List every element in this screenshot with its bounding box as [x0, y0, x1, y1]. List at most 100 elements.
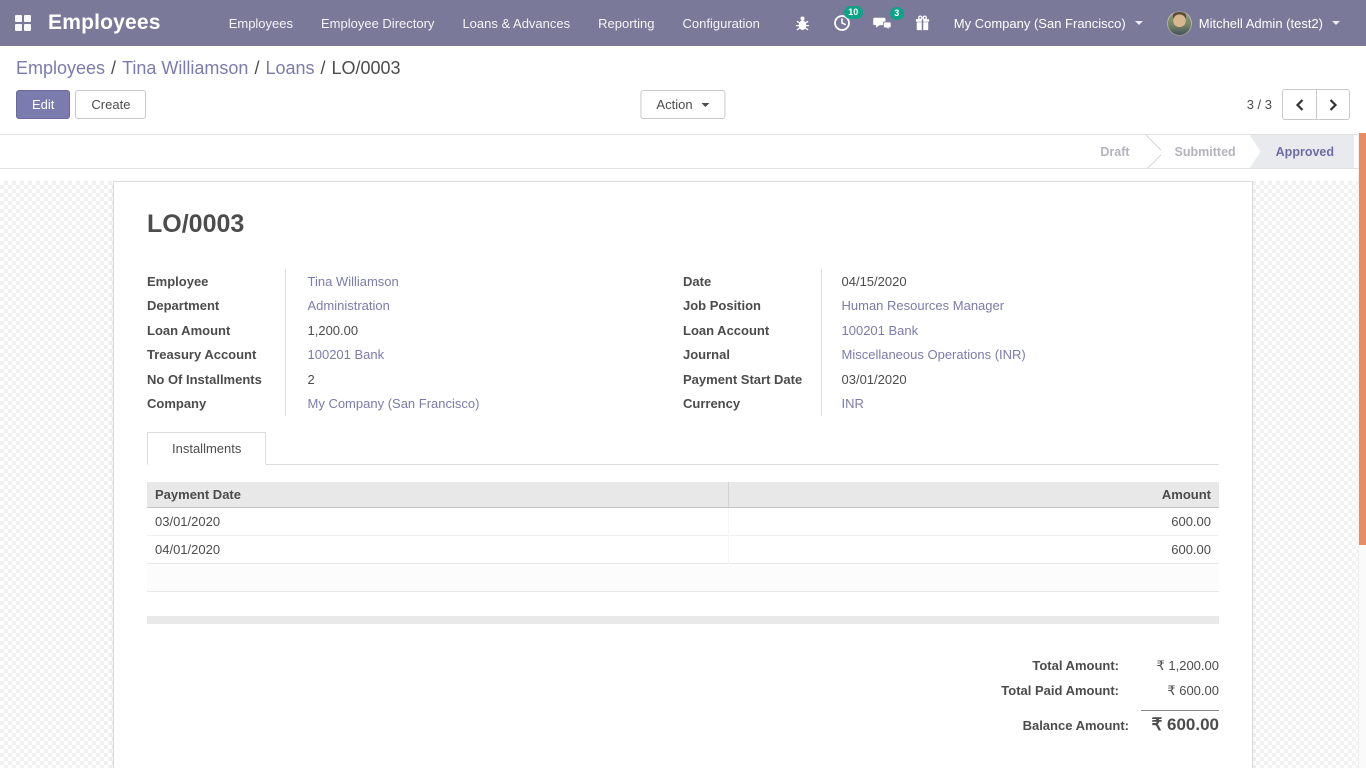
field-row-employee: Employee Tina Williamson — [147, 269, 683, 294]
field-value-journal[interactable]: Miscellaneous Operations (INR) — [842, 347, 1026, 362]
apps-grid-square — [15, 24, 22, 31]
control-panel-buttons: Edit Create Action 3 / 3 — [16, 87, 1350, 134]
chevron-down-icon — [702, 103, 710, 107]
menu-employees[interactable]: Employees — [219, 10, 303, 37]
field-label: Company — [147, 392, 285, 417]
field-label: Loan Account — [683, 318, 821, 343]
field-label: Journal — [683, 343, 821, 368]
menu-employee-directory[interactable]: Employee Directory — [311, 10, 444, 37]
cell-amount: 600.00 — [728, 508, 1219, 536]
field-row-department: Department Administration — [147, 294, 683, 319]
field-value-company[interactable]: My Company (San Francisco) — [308, 396, 480, 411]
table-row[interactable]: 03/01/2020 600.00 — [147, 508, 1219, 536]
field-value-treasury-account[interactable]: 100201 Bank — [308, 347, 385, 362]
company-switcher[interactable]: My Company (San Francisco) — [944, 10, 1153, 37]
status-step-separator-icon — [1144, 135, 1161, 168]
navbar-systray: 10 3 My Company (San Francisco) Mitch — [785, 5, 1350, 42]
field-label: Date — [683, 269, 821, 294]
scrollbar-thumb[interactable] — [1359, 133, 1366, 545]
breadcrumb-loans[interactable]: Loans — [265, 58, 314, 78]
column-header-payment-date[interactable]: Payment Date — [147, 482, 728, 508]
pager: 3 / 3 — [1247, 89, 1350, 120]
form-view-background: LO/0003 Employee Tina Williamson Departm… — [0, 181, 1366, 768]
breadcrumb-separator: / — [105, 58, 122, 78]
total-paid-amount-value: ₹ 600.00 — [1131, 683, 1219, 699]
statusbar: Draft Submitted Approved — [0, 134, 1366, 169]
tab-installments[interactable]: Installments — [147, 432, 266, 465]
balance-amount-label: Balance Amount: — [1023, 718, 1129, 733]
field-row-date: Date 04/15/2020 — [683, 269, 1219, 294]
tab-bar: Installments — [147, 432, 1219, 465]
field-value-date: 04/15/2020 — [842, 274, 907, 289]
create-button[interactable]: Create — [75, 90, 146, 119]
cell-payment-date: 03/01/2020 — [147, 508, 728, 536]
app-title[interactable]: Employees — [48, 11, 161, 35]
breadcrumb-separator: / — [248, 58, 265, 78]
user-menu[interactable]: Mitchell Admin (test2) — [1157, 5, 1350, 42]
debug-bug-icon[interactable] — [785, 9, 820, 38]
field-value-currency[interactable]: INR — [842, 396, 864, 411]
form-sheet: LO/0003 Employee Tina Williamson Departm… — [113, 181, 1253, 768]
balance-amount-row: Balance Amount: ₹ 600.00 — [1023, 708, 1219, 735]
main-menu: Employees Employee Directory Loans & Adv… — [219, 10, 770, 37]
menu-configuration[interactable]: Configuration — [673, 10, 770, 37]
empty-row — [147, 564, 1219, 592]
action-label: Action — [656, 97, 692, 112]
field-row-currency: Currency INR — [683, 392, 1219, 417]
field-row-journal: Journal Miscellaneous Operations (INR) — [683, 343, 1219, 368]
avatar — [1167, 11, 1192, 36]
company-name: My Company (San Francisco) — [954, 16, 1126, 31]
field-row-loan-account: Loan Account 100201 Bank — [683, 318, 1219, 343]
installments-table: Payment Date Amount 03/01/2020 600.00 04… — [147, 482, 1219, 592]
pager-next-button[interactable] — [1316, 89, 1350, 120]
field-label: Loan Amount — [147, 318, 285, 343]
breadcrumb-employees[interactable]: Employees — [16, 58, 105, 78]
activities-clock-icon[interactable]: 10 — [824, 8, 860, 38]
breadcrumb-employee[interactable]: Tina Williamson — [122, 58, 248, 78]
total-amount-value: ₹ 1,200.00 — [1131, 658, 1219, 674]
breadcrumb-current: LO/0003 — [332, 58, 401, 78]
total-amount-label: Total Amount: — [1032, 658, 1119, 673]
status-step-submitted[interactable]: Submitted — [1161, 135, 1250, 168]
activities-badge: 10 — [844, 6, 863, 19]
messages-badge: 3 — [890, 7, 904, 20]
field-value-loan-account[interactable]: 100201 Bank — [842, 323, 919, 338]
apps-menu-icon[interactable] — [8, 8, 38, 38]
balance-amount-value: ₹ 600.00 — [1141, 710, 1219, 735]
field-row-job-position: Job Position Human Resources Manager — [683, 294, 1219, 319]
messages-chat-icon[interactable]: 3 — [864, 9, 901, 38]
cell-payment-date: 04/01/2020 — [147, 536, 728, 564]
apps-grid-square — [24, 15, 31, 22]
list-footer-strip — [147, 616, 1219, 624]
status-step-approved[interactable]: Approved — [1250, 135, 1354, 168]
chevron-down-icon — [1135, 21, 1143, 25]
field-row-company: Company My Company (San Francisco) — [147, 392, 683, 417]
apps-grid-square — [24, 24, 31, 31]
pager-value: 3 / 3 — [1247, 97, 1272, 112]
gift-icon[interactable] — [905, 9, 940, 38]
field-value-department[interactable]: Administration — [308, 298, 390, 313]
field-label: Currency — [683, 392, 821, 417]
table-row[interactable]: 04/01/2020 600.00 — [147, 536, 1219, 564]
field-label: Job Position — [683, 294, 821, 319]
edit-button[interactable]: Edit — [16, 90, 70, 119]
field-label: Employee — [147, 269, 285, 294]
record-title: LO/0003 — [147, 210, 1219, 239]
field-row-loan-amount: Loan Amount 1,200.00 — [147, 318, 683, 343]
field-value-employee[interactable]: Tina Williamson — [308, 274, 399, 289]
field-value-loan-amount: 1,200.00 — [308, 323, 359, 338]
action-menu-button[interactable]: Action — [640, 90, 725, 119]
field-row-installments-count: No Of Installments 2 — [147, 367, 683, 392]
field-value-payment-start-date: 03/01/2020 — [842, 372, 907, 387]
menu-loans-advances[interactable]: Loans & Advances — [452, 10, 580, 37]
status-step-draft[interactable]: Draft — [1086, 135, 1143, 168]
field-label: Payment Start Date — [683, 367, 821, 392]
scrollbar-track[interactable] — [1358, 133, 1366, 768]
top-navbar: Employees Employees Employee Directory L… — [0, 0, 1366, 46]
pager-previous-button[interactable] — [1282, 89, 1316, 120]
column-header-amount[interactable]: Amount — [728, 482, 1219, 508]
field-value-job-position[interactable]: Human Resources Manager — [842, 298, 1005, 313]
field-label: No Of Installments — [147, 367, 285, 392]
cell-amount: 600.00 — [728, 536, 1219, 564]
menu-reporting[interactable]: Reporting — [588, 10, 664, 37]
